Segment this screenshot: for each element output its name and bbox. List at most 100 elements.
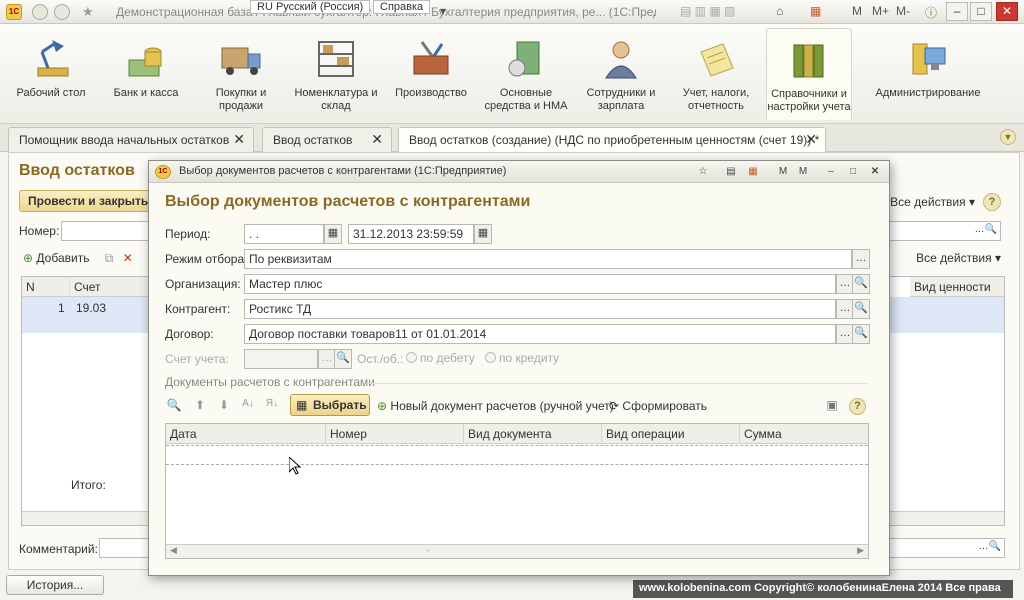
organization-input[interactable]: Мастер плюс (244, 274, 836, 294)
all-actions-menu[interactable]: Все действия ▾ (890, 195, 975, 209)
sort-asc-icon[interactable]: A↓ (240, 398, 256, 414)
counterparty-input[interactable]: Ростикс ТД (244, 299, 836, 319)
section-production[interactable]: Производство (388, 28, 474, 120)
scroll-thumb[interactable]: ▫ (426, 545, 429, 555)
move-down-icon[interactable]: ⬇ (216, 398, 232, 414)
search-icon[interactable]: …🔍 (975, 224, 997, 235)
select-more-icon[interactable]: … (852, 249, 870, 269)
calendar-picker-icon[interactable]: ▦ (474, 224, 492, 244)
home-icon[interactable]: ⌂ (776, 4, 783, 18)
horizontal-scrollbar[interactable]: ◀ ▫ ▶ (166, 544, 868, 558)
m-plus-button[interactable]: M+ (872, 4, 889, 18)
m-button[interactable]: M (852, 4, 862, 18)
section-label: Основные средства и НМА (484, 87, 568, 112)
section-references-settings[interactable]: Справочники и настройки учета (766, 28, 852, 120)
m-button[interactable]: M (775, 164, 791, 180)
help-icon[interactable]: ? (849, 398, 866, 415)
find-icon[interactable]: 🔍 (166, 398, 182, 414)
copy-icon[interactable]: ⧉ (105, 251, 114, 265)
close-icon[interactable]: ✕ (805, 131, 817, 148)
tab-label: Ввод остатков (создание) (НДС по приобре… (409, 133, 820, 147)
close-button[interactable]: ✕ (996, 2, 1018, 21)
menu-icon[interactable] (32, 4, 48, 20)
move-up-icon[interactable]: ⬆ (192, 398, 208, 414)
section-accounting-taxes[interactable]: Учет, налоги, отчетность (673, 28, 759, 120)
close-icon[interactable]: ✕ (371, 131, 383, 148)
section-employees[interactable]: Сотрудники и зарплата (578, 28, 664, 120)
section-nomenclature[interactable]: Номенклатура и склад (293, 28, 379, 120)
column-header[interactable]: Номер (326, 424, 464, 444)
counterparty-label: Контрагент: (165, 302, 231, 316)
settings-icon[interactable]: ▣ (824, 398, 840, 414)
restore-button[interactable]: □ (970, 2, 992, 21)
add-icon: ⊕ (377, 399, 388, 413)
tab-balance-entry[interactable]: Ввод остатков ✕ (262, 127, 392, 152)
sort-desc-icon[interactable]: Я↓ (264, 398, 280, 414)
m-minus-button[interactable]: M- (896, 4, 910, 18)
app-logo-icon[interactable]: 1C (6, 4, 22, 20)
debit-radio[interactable]: по дебету (406, 351, 475, 365)
close-icon[interactable]: ✕ (233, 131, 245, 148)
generate-button[interactable]: ⟳ Сформировать (609, 399, 707, 413)
contract-input[interactable]: Договор поставки товаров11 от 01.01.2014 (244, 324, 836, 344)
account-input[interactable] (244, 349, 318, 369)
m-plus-button[interactable]: M (795, 164, 811, 180)
minimize-button[interactable]: – (823, 164, 839, 180)
post-and-close-button[interactable]: Провести и закрыть (19, 190, 158, 212)
select-button[interactable]: ▦ Выбрать (290, 394, 370, 416)
dropdown-arrow-icon[interactable]: ▾ (440, 4, 446, 18)
section-purchases-sales[interactable]: Покупки и продажи (198, 28, 284, 120)
column-header[interactable]: Дата (166, 424, 326, 444)
section-administration[interactable]: Администрирование (868, 28, 988, 120)
delete-icon[interactable]: ✕ (123, 251, 133, 265)
tab-balance-entry-create[interactable]: Ввод остатков (создание) (НДС по приобре… (398, 127, 826, 152)
info-icon[interactable]: ⓘ (925, 4, 937, 21)
period-to-input[interactable]: 31.12.2013 23:59:59 (348, 224, 474, 244)
language-indicator[interactable]: RU Русский (Россия) (250, 0, 371, 14)
favorites-icon[interactable]: ☆ (695, 164, 711, 180)
back-icon[interactable] (54, 4, 70, 20)
date-input[interactable]: …🔍 (889, 221, 1001, 241)
column-header[interactable]: Вид документа (464, 424, 602, 444)
list-icon[interactable]: ▤ (723, 164, 739, 180)
calendar-icon[interactable]: ▦ (810, 4, 821, 18)
scroll-left-icon[interactable]: ◀ (170, 545, 177, 556)
column-header[interactable]: Счет (70, 277, 160, 297)
search-icon[interactable]: 🔍 (852, 324, 870, 344)
new-document-button[interactable]: ⊕ Новый документ расчетов (ручной учет) (377, 399, 614, 413)
section-bank[interactable]: Банк и касса (103, 28, 189, 120)
number-input[interactable] (61, 221, 161, 241)
column-header[interactable]: Сумма (740, 424, 868, 444)
tab-opening-balance-assistant[interactable]: Помощник ввода начальных остатков ✕ (8, 127, 254, 152)
history-button[interactable]: История... (6, 575, 104, 595)
search-icon[interactable]: …🔍 (979, 541, 1001, 552)
tab-label: Ввод остатков (273, 133, 353, 147)
calendar-picker-icon[interactable]: ▦ (324, 224, 342, 244)
restore-button[interactable]: □ (845, 164, 861, 180)
favorites-star-icon[interactable]: ★ (82, 4, 98, 20)
table-row[interactable] (166, 445, 868, 465)
section-fixed-assets[interactable]: Основные средства и НМА (483, 28, 569, 120)
column-header[interactable]: N (22, 277, 70, 297)
mode-select[interactable]: По реквизитам (244, 249, 852, 269)
search-icon[interactable]: 🔍 (334, 349, 352, 369)
calendar-icon[interactable]: ▦ (745, 164, 761, 180)
credit-radio[interactable]: по кредиту (485, 351, 559, 365)
column-header[interactable]: Вид операции (602, 424, 740, 444)
help-menu[interactable]: Справка (373, 0, 431, 14)
tabs-menu-icon[interactable]: ▼ (1000, 129, 1016, 145)
documents-table[interactable]: Дата Номер Вид документа Вид операции Су… (165, 423, 869, 559)
radio-icon (485, 352, 496, 363)
close-button[interactable]: ✕ (867, 164, 883, 180)
minimize-button[interactable]: – (946, 2, 968, 21)
section-desktop[interactable]: Рабочий стол (8, 28, 94, 120)
column-header[interactable]: Вид ценности (910, 277, 1004, 297)
scroll-right-icon[interactable]: ▶ (857, 545, 864, 556)
table-all-actions-menu[interactable]: Все действия ▾ (916, 251, 1001, 265)
help-icon[interactable]: ? (983, 193, 1001, 211)
period-from-input[interactable]: . . (244, 224, 324, 244)
search-icon[interactable]: 🔍 (852, 299, 870, 319)
toolbar-icons[interactable]: ▤ ▥ ▦ ▧ (680, 4, 735, 18)
search-icon[interactable]: 🔍 (852, 274, 870, 294)
add-row-button[interactable]: ⊕ Добавить ⧉ ✕ (23, 251, 133, 266)
